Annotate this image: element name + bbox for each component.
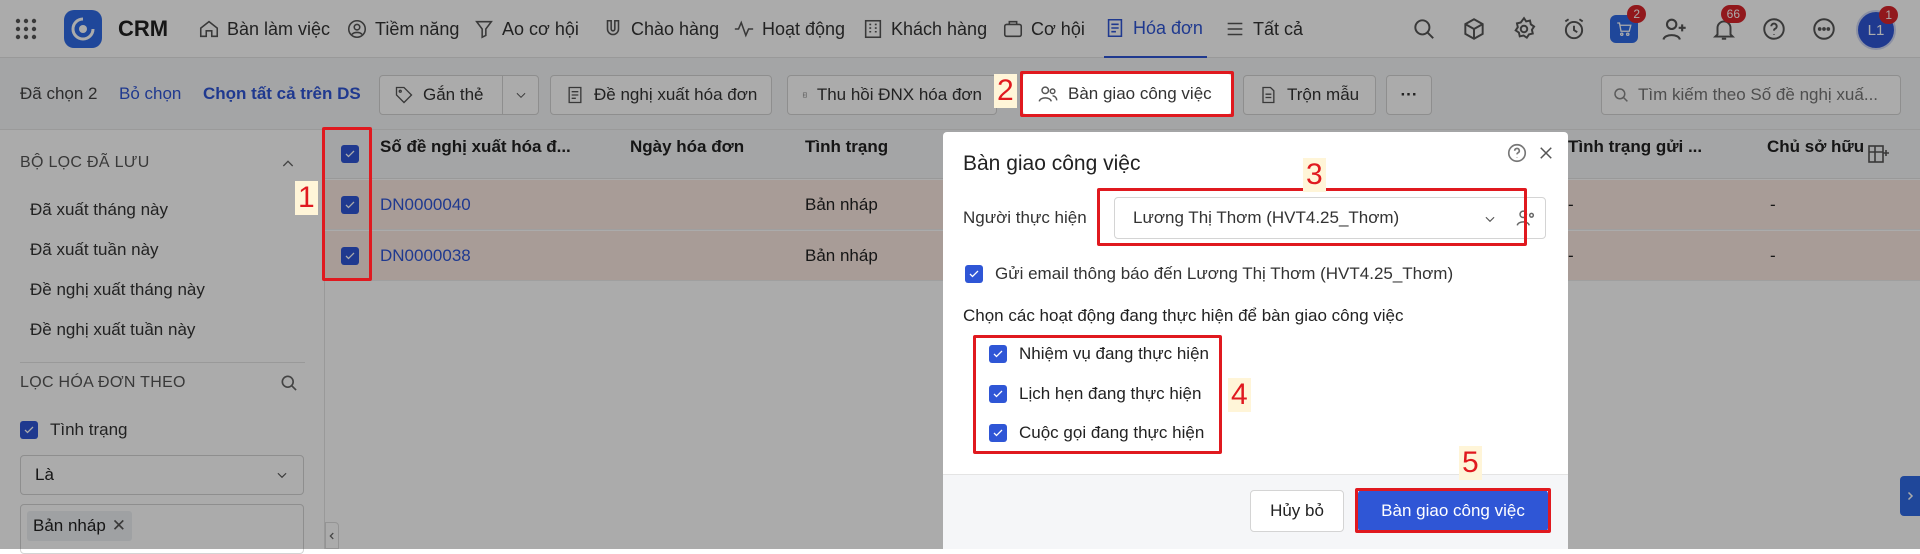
annotation-number: 2 bbox=[994, 74, 1017, 108]
annotation-box-checkboxes bbox=[322, 127, 372, 281]
close-icon[interactable] bbox=[1537, 144, 1555, 162]
annotation-box-assignee bbox=[1097, 188, 1527, 246]
annotation-box-activities bbox=[973, 335, 1222, 454]
annotation-number: 1 bbox=[295, 181, 318, 215]
cancel-button[interactable]: Hủy bỏ bbox=[1250, 490, 1344, 532]
assignee-label: Người thực hiện bbox=[963, 208, 1087, 227]
activities-label: Chọn các hoạt động đang thực hiện để bàn… bbox=[963, 306, 1404, 325]
annotation-number: 4 bbox=[1228, 378, 1251, 412]
dialog-title: Bàn giao công việc bbox=[963, 152, 1141, 175]
email-notify-checkbox[interactable]: Gửi email thông báo đến Lương Thị Thơm (… bbox=[965, 264, 1453, 284]
annotation-box-submit bbox=[1355, 488, 1551, 533]
annotation-box-handover bbox=[1020, 71, 1234, 117]
annotation-number: 5 bbox=[1459, 446, 1482, 480]
help-icon[interactable] bbox=[1506, 142, 1528, 164]
email-notify-label: Gửi email thông báo đến Lương Thị Thơm (… bbox=[995, 264, 1454, 283]
annotation-number: 3 bbox=[1303, 158, 1326, 192]
checkbox-checked-icon bbox=[965, 265, 983, 283]
